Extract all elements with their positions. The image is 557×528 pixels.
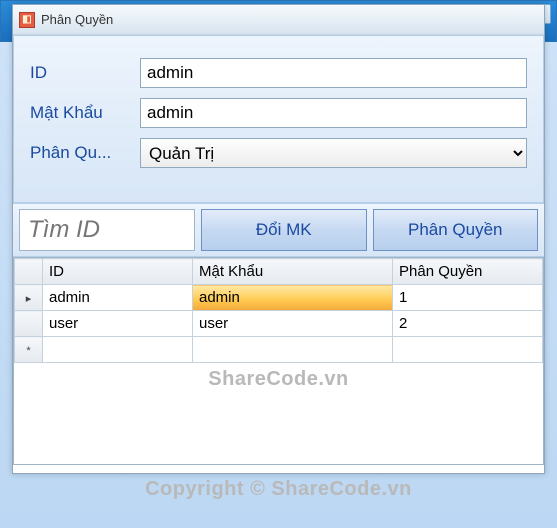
cell-id[interactable] xyxy=(43,337,193,363)
password-input[interactable] xyxy=(140,98,527,128)
cell-role[interactable]: 2 xyxy=(393,311,543,337)
id-label: ID xyxy=(30,63,140,83)
app-icon: ◧ xyxy=(19,12,35,28)
table-row[interactable]: user user 2 xyxy=(15,311,543,337)
grid-header-row: ID Mật Khẩu Phân Quyền xyxy=(15,259,543,285)
form-panel: ID Mật Khẩu Phân Qu... Quản Trị xyxy=(13,35,544,203)
new-row[interactable]: * xyxy=(15,337,543,363)
data-grid[interactable]: ID Mật Khẩu Phân Quyền ▸ admin admin 1 u… xyxy=(13,257,544,465)
id-input[interactable] xyxy=(140,58,527,88)
button-row: Đổi MK Phân Quyền xyxy=(13,203,544,257)
cell-id[interactable]: admin xyxy=(43,285,193,311)
cell-pw[interactable] xyxy=(193,337,393,363)
assign-role-button[interactable]: Phân Quyền xyxy=(373,209,539,251)
grid-header-id[interactable]: ID xyxy=(43,259,193,285)
grid-header-role[interactable]: Phân Quyền xyxy=(393,259,543,285)
cell-role[interactable]: 1 xyxy=(393,285,543,311)
dialog-title: Phân Quyền xyxy=(41,12,113,27)
role-label: Phân Qu... xyxy=(30,143,140,163)
cell-pw[interactable]: user xyxy=(193,311,393,337)
search-input[interactable] xyxy=(19,209,195,251)
row-indicator xyxy=(15,311,43,337)
dialog-titlebar[interactable]: ◧ Phân Quyền xyxy=(13,5,544,35)
dialog-window: ◧ Phân Quyền ID Mật Khẩu Phân Qu... Quản… xyxy=(12,4,545,474)
change-password-button[interactable]: Đổi MK xyxy=(201,209,367,251)
grid-header-pw[interactable]: Mật Khẩu xyxy=(193,259,393,285)
password-label: Mật Khẩu xyxy=(30,103,140,123)
row-indicator: ▸ xyxy=(15,285,43,311)
role-select[interactable]: Quản Trị xyxy=(140,138,527,168)
table-row[interactable]: ▸ admin admin 1 xyxy=(15,285,543,311)
grid-corner xyxy=(15,259,43,285)
cell-id[interactable]: user xyxy=(43,311,193,337)
cell-pw[interactable]: admin xyxy=(193,285,393,311)
row-indicator: * xyxy=(15,337,43,363)
cell-role[interactable] xyxy=(393,337,543,363)
